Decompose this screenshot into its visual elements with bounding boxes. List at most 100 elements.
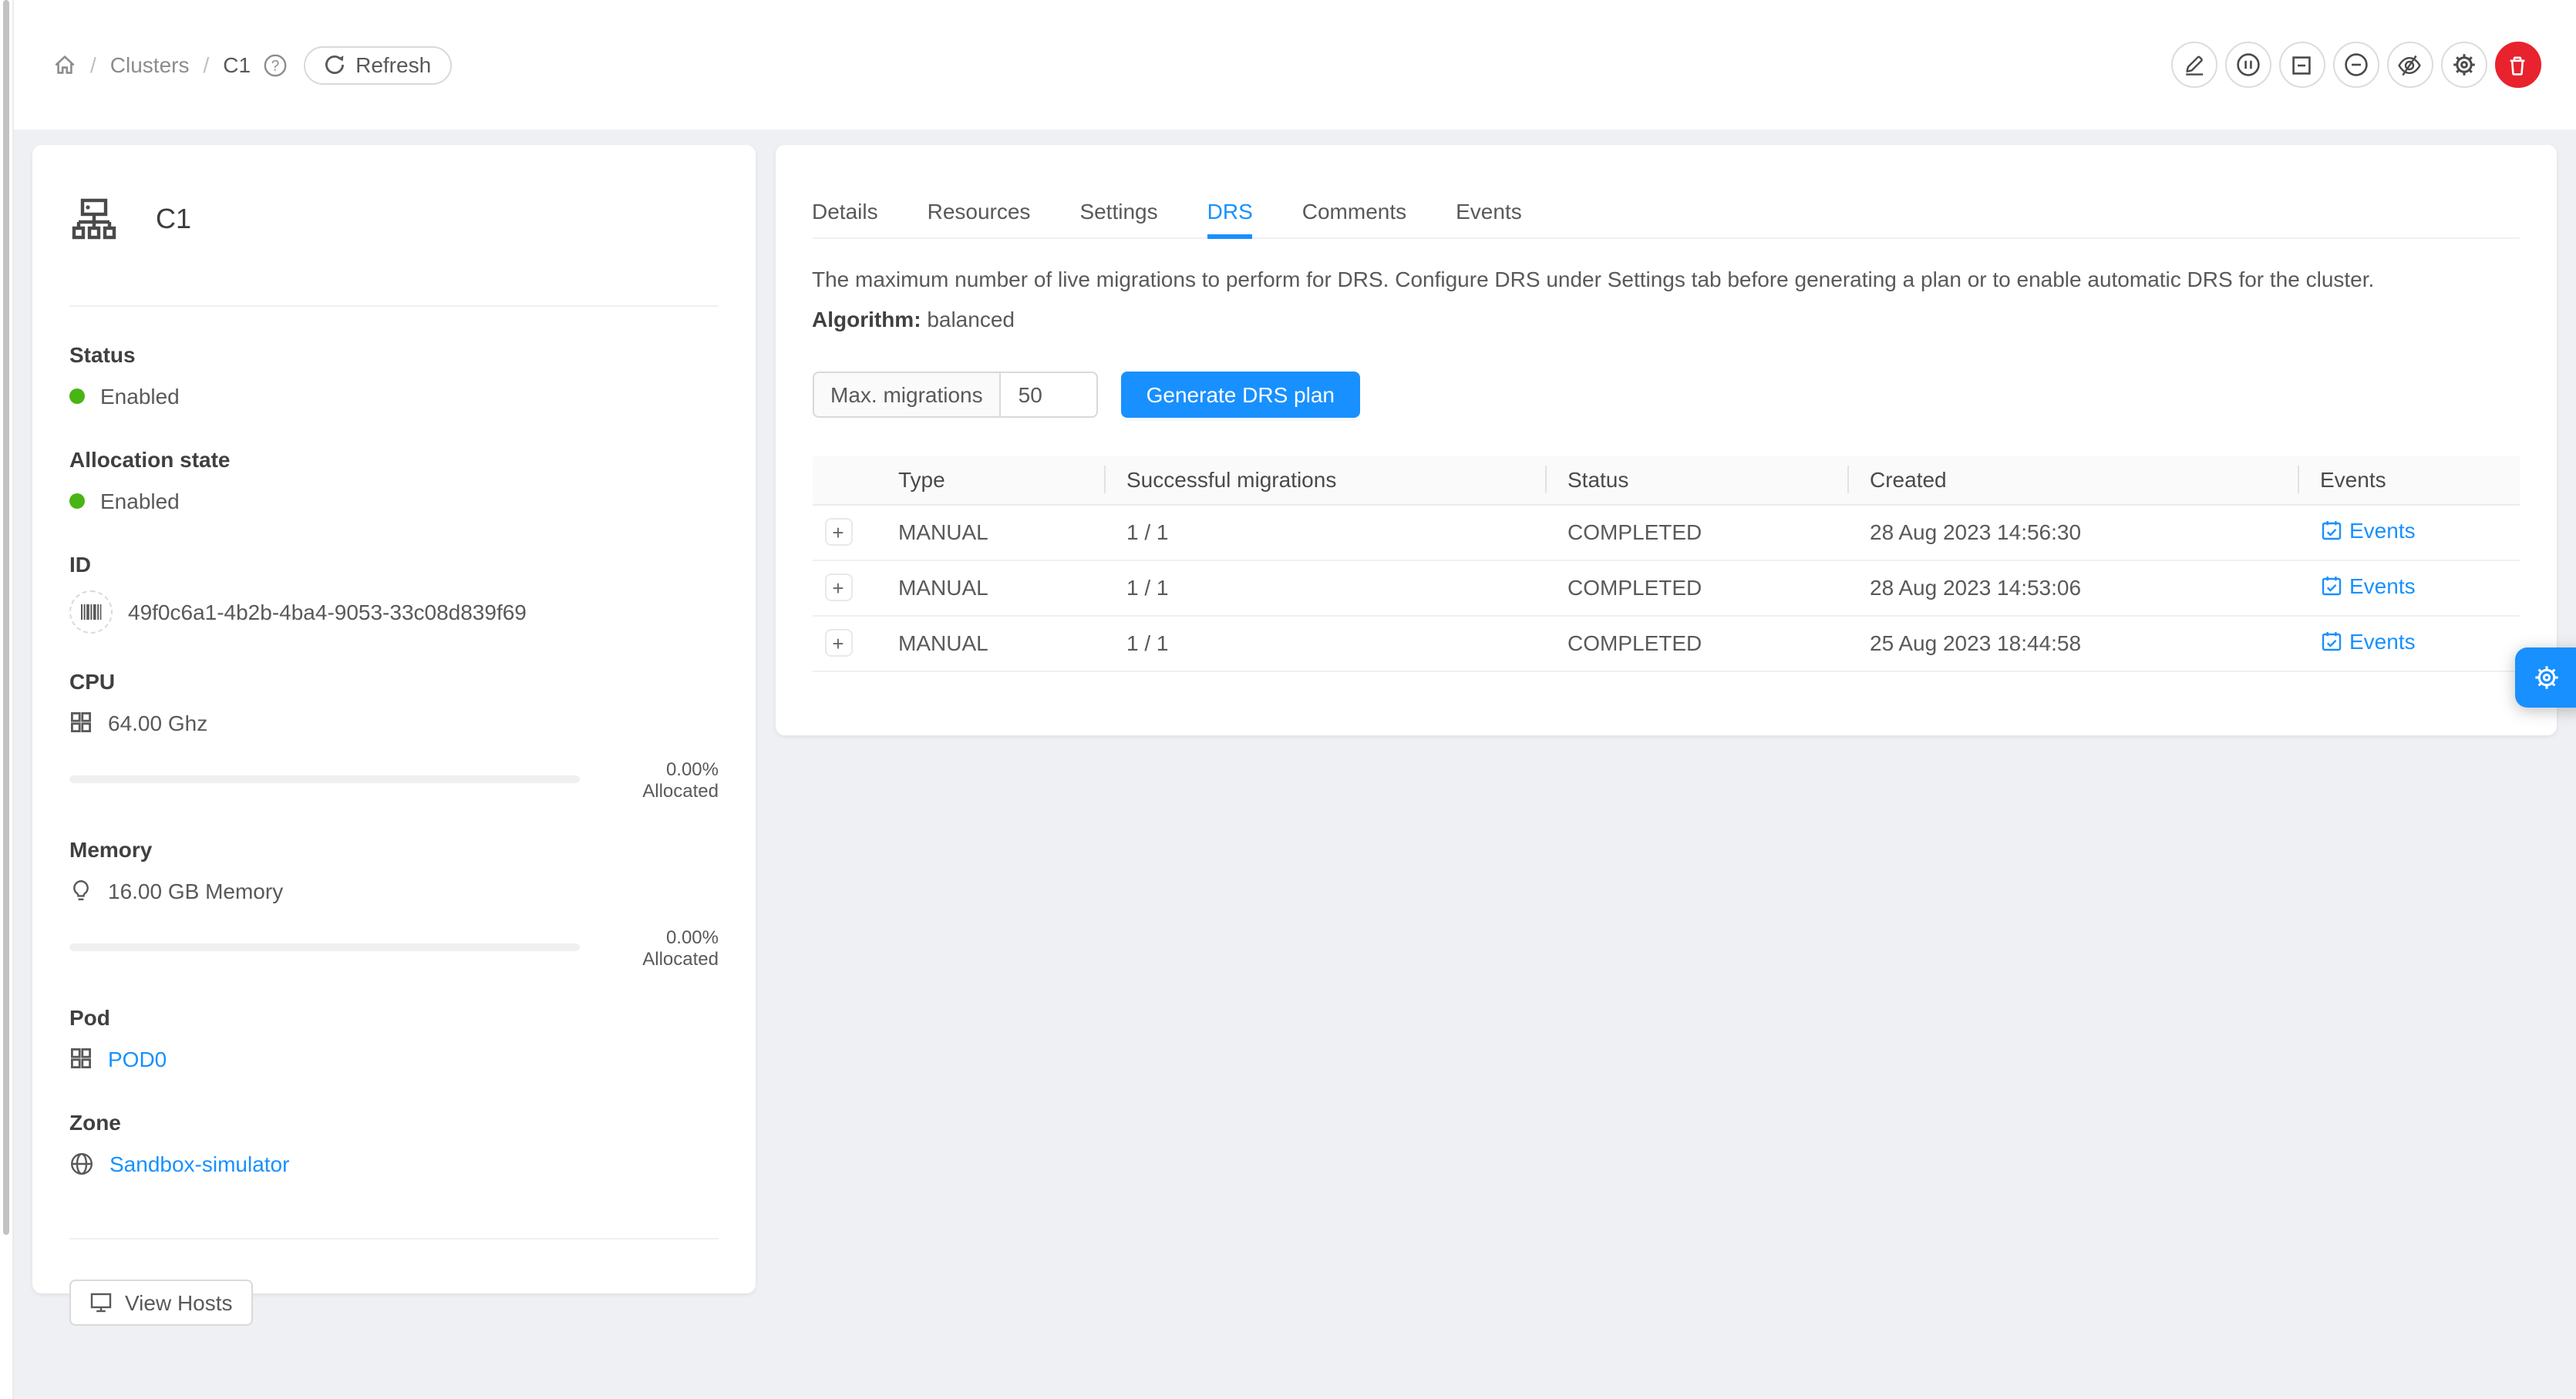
- cell-created: 28 Aug 2023 14:53:06: [1848, 560, 2298, 615]
- delete-button[interactable]: [2494, 42, 2541, 88]
- pause-circle-icon: [2235, 52, 2260, 77]
- memory-value: 16.00 GB Memory: [108, 875, 283, 906]
- events-link[interactable]: Events: [2320, 629, 2416, 654]
- gear-icon: [2533, 664, 2559, 691]
- generate-drs-plan-button[interactable]: Generate DRS plan: [1122, 371, 1359, 417]
- column-header-events: Events: [2298, 456, 2519, 504]
- zone-link[interactable]: Sandbox-simulator: [109, 1148, 289, 1179]
- algorithm-value: balanced: [927, 306, 1015, 331]
- view-hosts-button[interactable]: View Hosts: [69, 1279, 253, 1325]
- pause-circle-button[interactable]: [2224, 42, 2271, 88]
- settings-button[interactable]: [2440, 42, 2487, 88]
- appstore-icon: [69, 1047, 93, 1070]
- algorithm-label: Algorithm:: [812, 306, 921, 331]
- expand-row-button[interactable]: +: [824, 518, 852, 546]
- expand-row-button[interactable]: +: [824, 573, 852, 601]
- breadcrumb-separator: /: [204, 52, 210, 77]
- globe-icon: [69, 1151, 94, 1175]
- minus-square-icon: [2290, 53, 2313, 76]
- expand-column-header: [812, 456, 877, 504]
- breadcrumb: / Clusters / C1 ?: [52, 52, 286, 77]
- status-section: Status Enabled: [69, 338, 719, 411]
- cell-created: 28 Aug 2023 14:56:30: [1848, 504, 2298, 560]
- tab-drs[interactable]: DRS: [1207, 181, 1253, 237]
- left-scrollbar: [0, 0, 13, 1399]
- events-link-label: Events: [2349, 573, 2416, 598]
- cell-successful-migrations: 1 / 1: [1105, 504, 1546, 560]
- zone-label: Zone: [69, 1106, 719, 1137]
- cluster-detail-card: Details Resources Settings DRS Comments …: [775, 144, 2556, 735]
- allocation-value: Enabled: [100, 485, 180, 516]
- events-link[interactable]: Events: [2320, 573, 2416, 598]
- minus-square-button[interactable]: [2278, 42, 2325, 88]
- drs-description: The maximum number of live migrations to…: [812, 263, 2519, 294]
- edit-icon: [2181, 52, 2206, 77]
- tab-details[interactable]: Details: [812, 181, 878, 237]
- tab-comments[interactable]: Comments: [1302, 181, 1406, 237]
- pod-section: Pod POD0: [69, 1001, 719, 1074]
- cell-type: MANUAL: [877, 560, 1105, 615]
- memory-label: Memory: [69, 833, 719, 864]
- drs-controls: Max. migrations Generate DRS plan: [812, 371, 2519, 417]
- drs-algorithm-row: Algorithm: balanced: [812, 303, 2519, 334]
- column-header-created: Created: [1848, 456, 2298, 504]
- drs-plans-table: Type Successful migrations Status Create…: [812, 456, 2519, 671]
- cluster-title-row: C1: [69, 197, 719, 243]
- expand-row-button[interactable]: +: [824, 629, 852, 657]
- status-label: Status: [69, 338, 719, 369]
- pod-label: Pod: [69, 1001, 719, 1032]
- eye-invisible-button[interactable]: [2386, 42, 2433, 88]
- tab-settings[interactable]: Settings: [1079, 181, 1157, 237]
- cpu-progress: 0.00% Allocated: [69, 758, 719, 801]
- top-bar: / Clusters / C1 ? Refre: [13, 0, 2576, 131]
- minus-circle-button[interactable]: [2332, 42, 2379, 88]
- cpu-allocated-label: 0.00% Allocated: [589, 758, 719, 801]
- cell-type: MANUAL: [877, 504, 1105, 560]
- trash-icon: [2506, 53, 2529, 76]
- max-migrations-input[interactable]: [1000, 371, 1099, 417]
- events-link-label: Events: [2349, 518, 2416, 543]
- view-hosts-label: View Hosts: [125, 1290, 233, 1314]
- memory-allocated-label: 0.00% Allocated: [589, 926, 719, 969]
- gear-icon: [2451, 52, 2476, 77]
- allocation-section: Allocation state Enabled: [69, 443, 719, 516]
- refresh-button[interactable]: Refresh: [303, 45, 451, 84]
- cpu-progress-bar: [69, 775, 580, 783]
- table-row: + MANUAL 1 / 1 COMPLETED 28 Aug 2023 14:…: [812, 504, 2519, 560]
- tab-bar: Details Resources Settings DRS Comments …: [812, 181, 2519, 238]
- column-header-successful-migrations: Successful migrations: [1105, 456, 1546, 504]
- breadcrumb-current: C1: [223, 52, 251, 77]
- tab-resources[interactable]: Resources: [928, 181, 1031, 237]
- cpu-value: 64.00 Ghz: [108, 707, 207, 738]
- edit-button[interactable]: [2170, 42, 2217, 88]
- max-migrations-label: Max. migrations: [812, 371, 1000, 417]
- floating-settings-button[interactable]: [2514, 647, 2576, 708]
- cell-successful-migrations: 1 / 1: [1105, 615, 1546, 671]
- cell-status: COMPLETED: [1546, 504, 1848, 560]
- header-actions: [2170, 42, 2541, 88]
- events-link[interactable]: Events: [2320, 518, 2416, 543]
- column-header-status: Status: [1546, 456, 1848, 504]
- zone-section: Zone Sandbox-simulator: [69, 1106, 719, 1179]
- table-row: + MANUAL 1 / 1 COMPLETED 25 Aug 2023 18:…: [812, 615, 2519, 671]
- minus-circle-icon: [2343, 52, 2368, 77]
- pod-link[interactable]: POD0: [108, 1043, 167, 1074]
- home-icon[interactable]: [52, 52, 76, 77]
- app-window: / Clusters / C1 ? Refre: [0, 0, 2576, 1399]
- tab-events[interactable]: Events: [1456, 181, 1522, 237]
- max-migrations-group: Max. migrations: [812, 371, 1099, 417]
- bulb-icon: [69, 879, 93, 902]
- cell-created: 25 Aug 2023 18:44:58: [1848, 615, 2298, 671]
- scrollbar-thumb[interactable]: [3, 0, 8, 1235]
- cell-status: COMPLETED: [1546, 560, 1848, 615]
- calendar-check-icon: [2320, 631, 2342, 652]
- content-area: C1 Status Enabled Allocation state Enabl…: [13, 131, 2576, 1399]
- allocation-dot: [69, 493, 85, 508]
- breadcrumb-clusters-link[interactable]: Clusters: [110, 52, 190, 77]
- refresh-label: Refresh: [355, 52, 431, 77]
- svg-text:?: ?: [271, 57, 279, 73]
- cluster-id-value: 49f0c6a1-4b2b-4ba4-9053-33c08d839f69: [128, 596, 527, 627]
- allocation-label: Allocation state: [69, 443, 719, 474]
- reload-icon: [323, 54, 345, 76]
- question-circle-icon[interactable]: ?: [263, 53, 286, 76]
